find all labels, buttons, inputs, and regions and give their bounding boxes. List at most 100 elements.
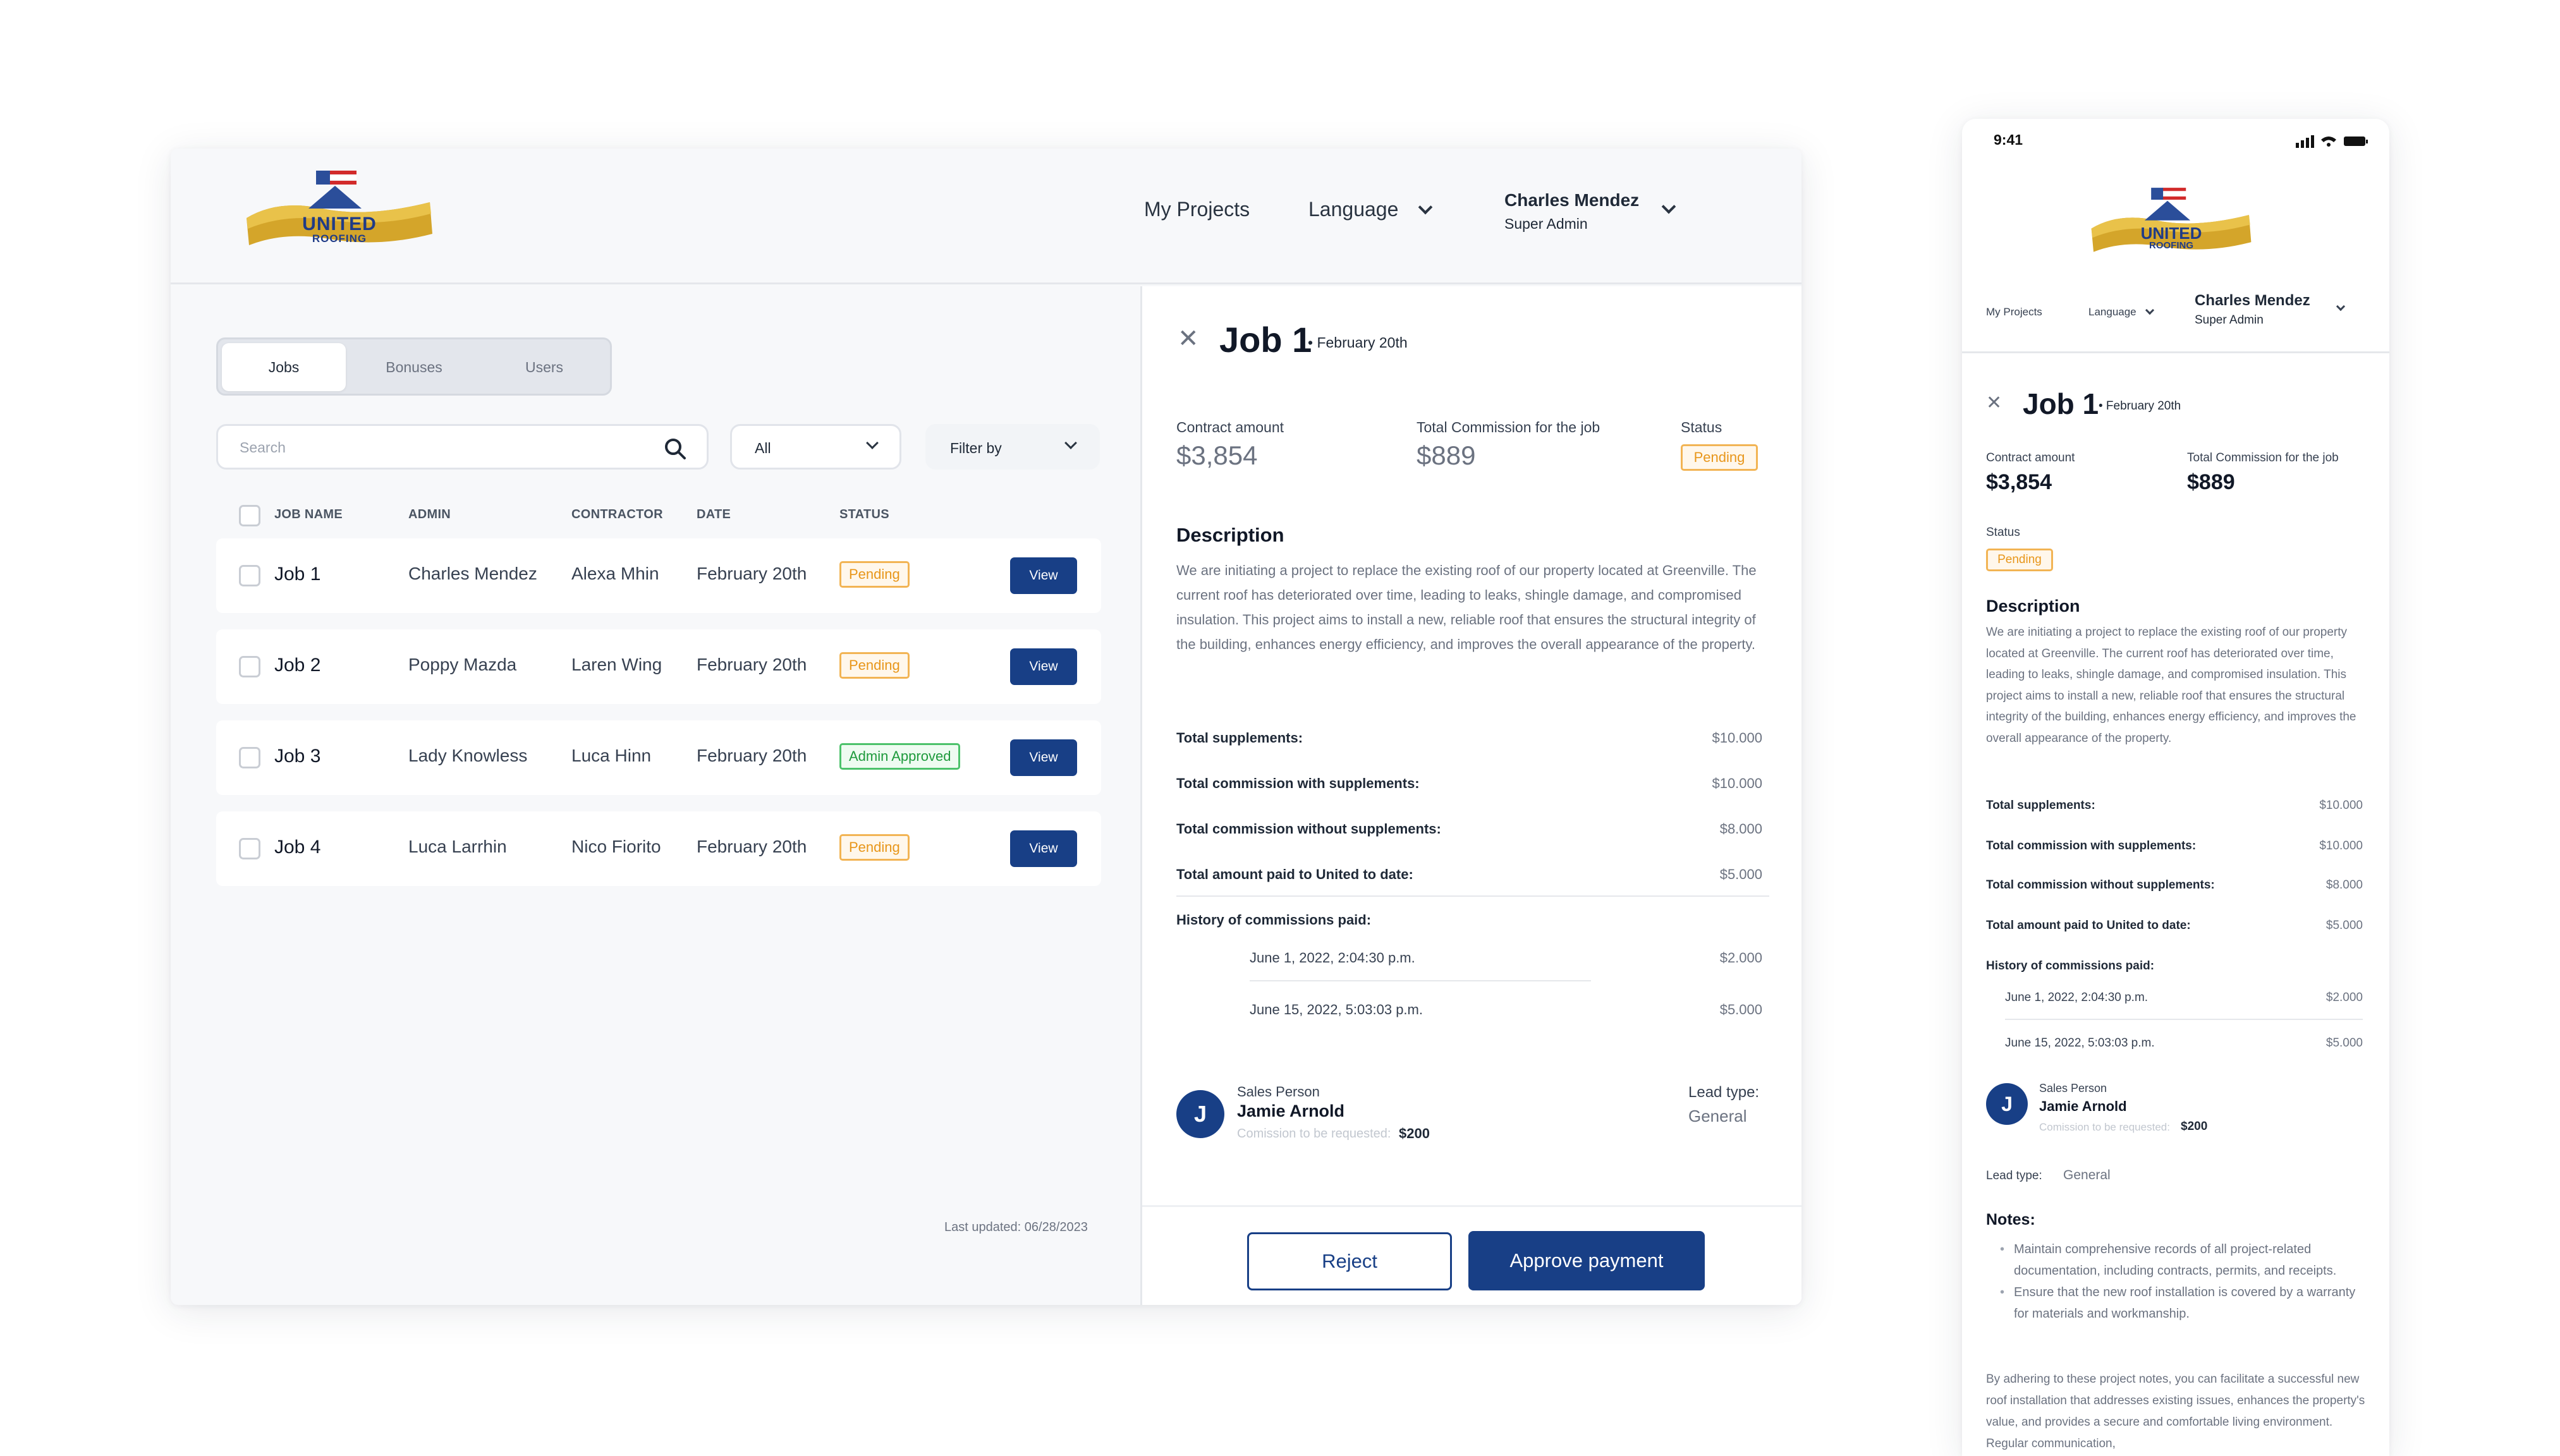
commission-request-label: Comission to be requested: — [2039, 1121, 2170, 1133]
user-role: Super Admin — [2195, 313, 2264, 327]
top-navigation-bar: UNITED ROOFING My Projects Language Char… — [171, 149, 1801, 284]
column-date: DATE — [697, 507, 731, 521]
sales-person-label: Sales Person — [1237, 1084, 1320, 1100]
company-logo[interactable]: UNITED ROOFING — [2086, 182, 2257, 264]
row-checkbox[interactable] — [239, 838, 260, 859]
user-name[interactable]: Charles Mendez — [1504, 190, 1639, 210]
sales-person-label: Sales Person — [2039, 1082, 2107, 1095]
mobile-screen: 9:41 UNITED ROOFING My Projects Language… — [1962, 119, 2389, 1456]
filter-by-select[interactable]: Filter by — [925, 424, 1100, 470]
row-checkbox[interactable] — [239, 747, 260, 768]
user-name[interactable]: Charles Mendez — [2195, 292, 2310, 310]
list-item: Maintain comprehensive records of all pr… — [2000, 1239, 2362, 1282]
amount-paid-label: Total amount paid to United to date: — [1176, 866, 1413, 882]
avatar: J — [1986, 1083, 2028, 1125]
closing-paragraph: By adhering to these project notes, you … — [1986, 1373, 2365, 1450]
admin-name: Lady Knowless — [408, 746, 528, 765]
nav-my-projects[interactable]: My Projects — [1144, 198, 1250, 221]
lead-type-label: Lead type: — [1688, 1084, 1760, 1101]
contract-amount-value: $3,854 — [1986, 470, 2052, 494]
status-badge: Pending — [839, 834, 910, 861]
notes-title: Notes: — [1986, 1211, 2035, 1228]
company-logo[interactable]: UNITED ROOFING — [240, 164, 439, 259]
lead-type-value: General — [2063, 1168, 2111, 1182]
history-value: $5.000 — [2325, 1036, 2363, 1050]
history-value: $2.000 — [1719, 950, 1762, 966]
status-label: Status — [1681, 419, 1722, 435]
description-text: We are initiating a project to replace t… — [1176, 562, 1757, 652]
chevron-down-icon — [1418, 200, 1433, 215]
contract-amount-label: Contract amount — [1986, 451, 2075, 464]
nav-my-projects[interactable]: My Projects — [1986, 306, 2042, 318]
column-admin: ADMIN — [408, 507, 451, 521]
contract-amount-value: $3,854 — [1176, 440, 1258, 470]
divider — [1250, 980, 1591, 981]
close-icon[interactable]: ✕ — [1986, 392, 2002, 414]
commission-with-supplements-value: $10.000 — [1712, 775, 1762, 791]
select-all-checkbox[interactable] — [239, 505, 260, 526]
lead-type-label: Lead type: — [1986, 1169, 2042, 1182]
divider — [1962, 351, 2389, 353]
table-row[interactable]: Job 4 Luca Larrhin Nico Fiorito February… — [216, 811, 1101, 886]
action-footer: Reject Approve payment — [1142, 1205, 1801, 1305]
user-role: Super Admin — [1504, 215, 1588, 232]
view-button[interactable]: View — [1010, 830, 1077, 867]
search-input[interactable] — [240, 435, 631, 460]
job-detail-panel: ✕ Job 1 • February 20th Contract amount … — [1140, 286, 1801, 1305]
divider — [1176, 895, 1769, 897]
row-checkbox[interactable] — [239, 656, 260, 677]
status-select[interactable]: All — [730, 424, 901, 470]
section-tabs: Jobs Bonuses Users — [216, 337, 612, 396]
commission-value: $889 — [2187, 470, 2235, 494]
nav-language-label: Language — [2088, 306, 2136, 318]
job-date: February 20th — [697, 564, 807, 583]
view-button[interactable]: View — [1010, 739, 1077, 776]
logo-text-roofing: ROOFING — [2149, 240, 2193, 251]
user-menu-chevron-icon[interactable] — [1661, 199, 1676, 214]
table-row[interactable]: Job 3 Lady Knowless Luca Hinn February 2… — [216, 720, 1101, 795]
job-name: Job 3 — [274, 746, 321, 767]
reject-button[interactable]: Reject — [1247, 1232, 1452, 1290]
admin-name: Poppy Mazda — [408, 655, 517, 674]
description-text: We are initiating a project to replace t… — [1986, 626, 2356, 745]
contract-amount-label: Contract amount — [1176, 419, 1284, 435]
row-checkbox[interactable] — [239, 565, 260, 586]
nav-language[interactable]: Language — [1308, 198, 1433, 221]
contractor-name: Laren Wing — [571, 655, 662, 674]
status-badge: Pending — [839, 561, 910, 588]
history-date: June 15, 2022, 5:03:03 p.m. — [1250, 1002, 1423, 1017]
chevron-down-icon — [866, 437, 879, 449]
job-name: Job 4 — [274, 837, 321, 858]
contractor-name: Nico Fiorito — [571, 837, 661, 856]
commission-with-supplements-label: Total commission with supplements: — [1176, 775, 1420, 791]
nav-language[interactable]: Language — [2088, 305, 2155, 318]
search-field — [216, 424, 709, 470]
job-title: Job 1 — [1219, 320, 1312, 360]
job-name: Job 2 — [274, 655, 321, 676]
chevron-down-icon — [1064, 437, 1077, 449]
amount-paid-value: $5.000 — [2325, 919, 2363, 932]
column-status: STATUS — [839, 507, 889, 521]
table-row[interactable]: Job 1 Charles Mendez Alexa Mhin February… — [216, 538, 1101, 613]
approve-payment-button[interactable]: Approve payment — [1468, 1231, 1705, 1290]
job-date-header: • February 20th — [2099, 399, 2181, 413]
user-menu-chevron-icon[interactable] — [2336, 301, 2346, 312]
table-row[interactable]: Job 2 Poppy Mazda Laren Wing February 20… — [216, 629, 1101, 704]
chevron-down-icon — [2145, 305, 2155, 315]
amount-paid-value: $5.000 — [1719, 866, 1762, 882]
history-date: June 15, 2022, 5:03:03 p.m. — [2005, 1036, 2155, 1050]
status-bar-time: 9:41 — [1994, 131, 2023, 148]
search-icon[interactable] — [662, 436, 688, 461]
view-button[interactable]: View — [1010, 648, 1077, 685]
status-badge: Pending — [1986, 549, 2053, 571]
tab-users[interactable]: Users — [482, 343, 606, 391]
tab-bonuses[interactable]: Bonuses — [352, 343, 476, 391]
view-button[interactable]: View — [1010, 557, 1077, 594]
status-select-value: All — [755, 440, 771, 456]
contractor-name: Luca Hinn — [571, 746, 652, 765]
commission-request-value: $200 — [1399, 1125, 1430, 1141]
tab-jobs[interactable]: Jobs — [222, 343, 346, 391]
avatar: J — [1176, 1090, 1224, 1138]
commission-without-supplements-value: $8.000 — [2325, 878, 2363, 892]
close-icon[interactable]: ✕ — [1178, 324, 1199, 353]
